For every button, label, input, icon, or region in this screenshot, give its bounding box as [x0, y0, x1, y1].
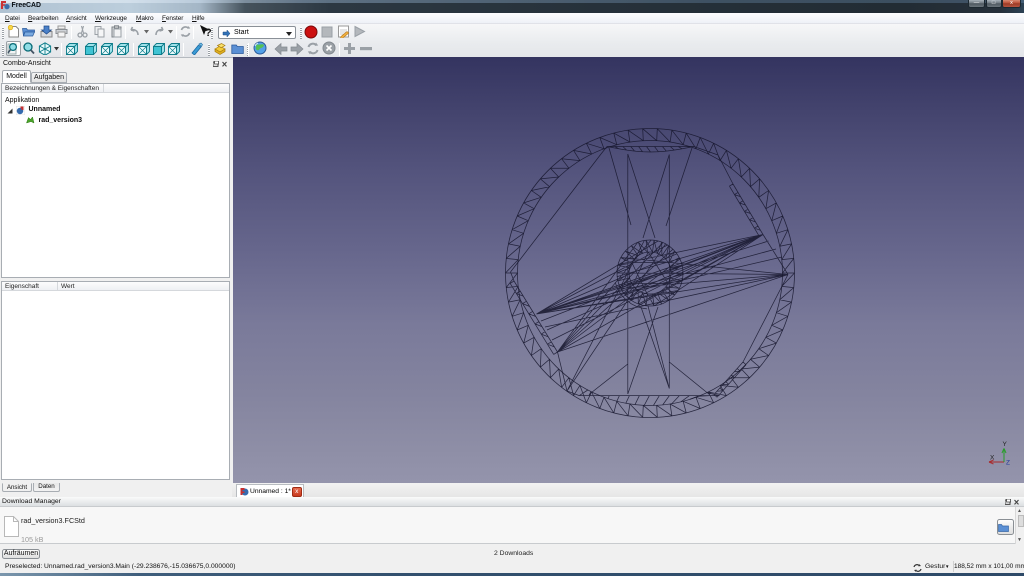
svg-text:Z: Z — [1006, 460, 1010, 467]
svg-text:X: X — [990, 455, 995, 462]
svg-text:Y: Y — [1003, 441, 1008, 448]
svg-text:?: ? — [205, 27, 212, 39]
